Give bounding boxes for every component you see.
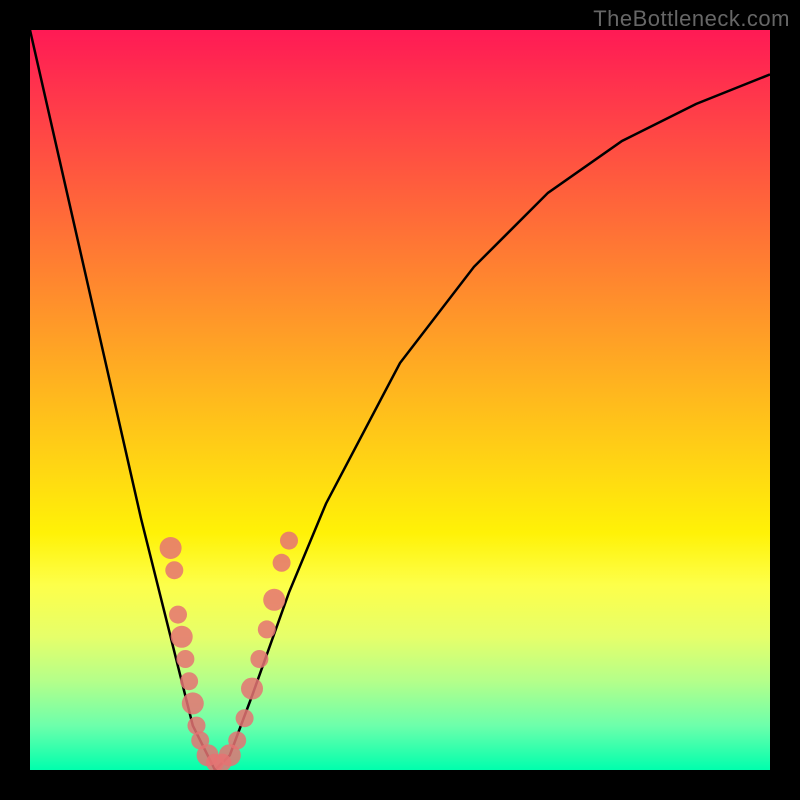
data-points-group [160, 532, 298, 770]
frame-left [0, 0, 30, 800]
data-point [280, 532, 298, 550]
data-point [250, 650, 268, 668]
data-point [241, 678, 263, 700]
data-point [169, 606, 187, 624]
data-point [180, 672, 198, 690]
plot-area [30, 30, 770, 770]
data-point [165, 561, 183, 579]
data-point [171, 626, 193, 648]
data-point [258, 620, 276, 638]
bottleneck-curve [30, 30, 770, 770]
data-point [236, 709, 254, 727]
chart-svg [30, 30, 770, 770]
data-point [182, 692, 204, 714]
watermark-text: TheBottleneck.com [593, 6, 790, 32]
frame-right [770, 0, 800, 800]
data-point [263, 589, 285, 611]
data-point [228, 731, 246, 749]
data-point [160, 537, 182, 559]
frame-bottom [0, 770, 800, 800]
data-point [273, 554, 291, 572]
data-point [176, 650, 194, 668]
